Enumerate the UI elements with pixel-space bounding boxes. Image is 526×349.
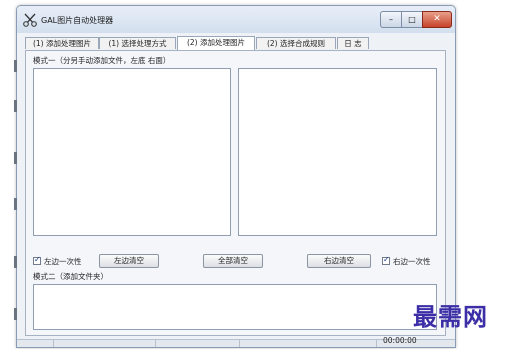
tab-panel: 模式一（分另手动添加文件，左底 右面） ✓ 左边一次性 左边清空 全部清空 右边… [25, 50, 446, 336]
tab-select-method[interactable]: (1) 选择处理方式 [99, 37, 176, 49]
clear-right-button[interactable]: 右边清空 [307, 254, 371, 268]
status-cell [239, 340, 377, 347]
tab-log[interactable]: 日 志 [337, 37, 369, 49]
watermark-text: 最需网 [413, 302, 488, 331]
left-once-label: 左边一次性 [44, 257, 82, 266]
right-once-label: 右边一次性 [393, 257, 431, 266]
window-title: GAL图片自动处理器 [41, 16, 114, 25]
mode2-label: 模式二（添加文件夹） [33, 272, 108, 281]
mode1-label: 模式一（分另手动添加文件，左底 右面） [33, 56, 171, 65]
status-cell [53, 340, 156, 347]
clear-left-button[interactable]: 左边清空 [99, 254, 159, 268]
checkmark-icon: ✓ [34, 255, 41, 264]
close-icon: ✕ [433, 14, 441, 24]
close-button[interactable]: ✕ [422, 11, 452, 28]
minimize-button[interactable]: – [380, 11, 402, 28]
title-bar[interactable]: GAL图片自动处理器 – □ ✕ [17, 6, 455, 33]
folder-list[interactable] [33, 284, 437, 330]
status-cell [17, 340, 54, 347]
maximize-button[interactable]: □ [401, 11, 423, 28]
tab-select-rules[interactable]: (2) 选择合成规则 [256, 37, 336, 49]
status-time: 00:00:00 [383, 336, 417, 345]
status-cell [155, 340, 240, 347]
minimize-icon: – [389, 15, 393, 24]
tab-add-images-1[interactable]: (1) 添加处理图片 [25, 37, 99, 49]
scroll-marks [14, 60, 17, 320]
maximize-icon: □ [408, 15, 416, 24]
clear-all-button[interactable]: 全部清空 [203, 254, 263, 268]
right-once-checkbox[interactable]: ✓ [382, 255, 390, 265]
left-image-list[interactable] [33, 68, 231, 236]
scissors-icon [23, 13, 37, 27]
status-bar: 00:00:00 [17, 336, 455, 347]
tab-add-images-2[interactable]: (2) 添加处理图片 [177, 36, 255, 50]
app-window: GAL图片自动处理器 – □ ✕ (1) 添加处理图片 (1) 选择处理方式 (… [16, 5, 456, 348]
left-once-checkbox[interactable]: ✓ [33, 255, 41, 265]
checkmark-icon: ✓ [383, 255, 390, 264]
right-image-list[interactable] [238, 68, 437, 236]
